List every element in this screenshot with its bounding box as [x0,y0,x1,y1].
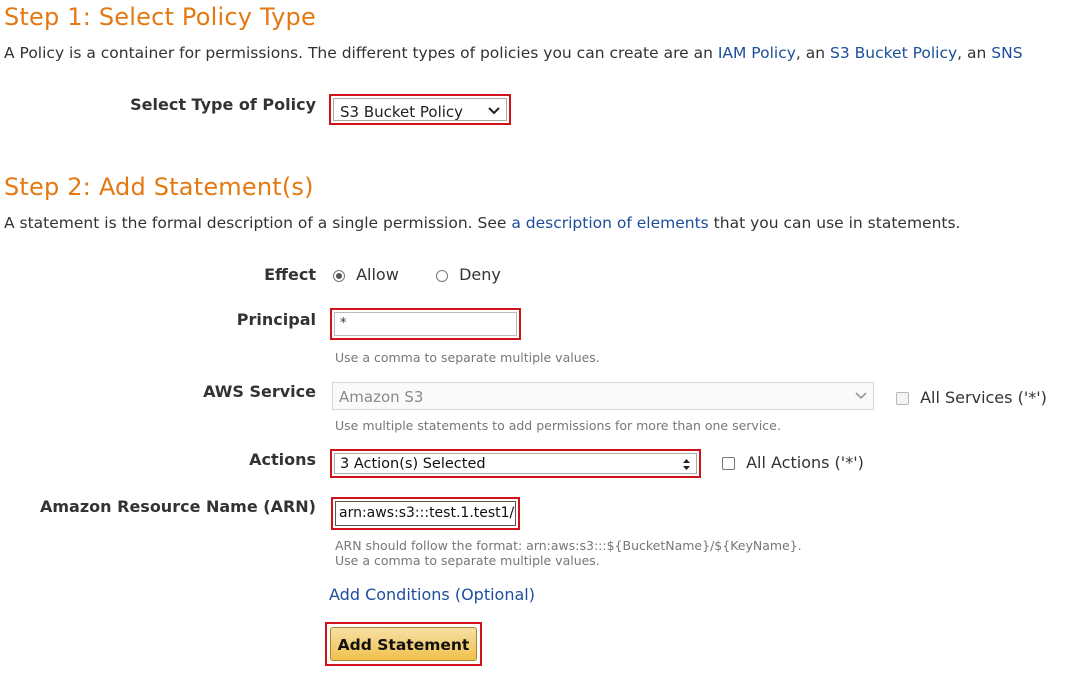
description-of-elements-link[interactable]: a description of elements [511,214,708,232]
policy-type-select[interactable]: S3 Bucket Policy [333,98,507,121]
sns-policy-link[interactable]: SNS [991,44,1022,62]
allow-radio[interactable] [333,269,345,282]
chevron-down-icon [855,392,867,400]
effect-label: Effect [264,265,316,284]
up-down-arrows-icon [683,459,690,470]
step1-description: A Policy is a container for permissions.… [4,44,1023,62]
deny-radio[interactable] [436,269,448,282]
principal-input[interactable]: * [334,312,517,336]
arn-label: Amazon Resource Name (ARN) [40,497,316,516]
aws-service-label: AWS Service [203,382,316,401]
step2-description: A statement is the formal description of… [4,214,961,232]
all-services-option[interactable]: All Services ('*') [896,388,1047,407]
arn-highlight: arn:aws:s3:::test.1.test1/* [331,497,520,530]
aws-service-value: Amazon S3 [339,388,424,406]
arn-input[interactable]: arn:aws:s3:::test.1.test1/* [335,501,516,526]
step1-title: Step 1: Select Policy Type [4,3,316,31]
effect-deny-option[interactable]: Deny [436,265,501,284]
arn-hint: ARN should follow the format: arn:aws:s3… [335,538,802,568]
allow-label: Allow [356,265,399,284]
s3-bucket-policy-link[interactable]: S3 Bucket Policy [830,44,957,62]
principal-highlight: * [330,308,521,340]
add-statement-button[interactable]: Add Statement [330,627,477,661]
policy-type-label: Select Type of Policy [130,95,316,114]
step2-title: Step 2: Add Statement(s) [4,173,314,201]
add-statement-highlight: Add Statement [325,622,482,666]
aws-service-select[interactable]: Amazon S3 [332,382,874,410]
all-services-checkbox[interactable] [896,392,909,405]
policy-type-value: S3 Bucket Policy [340,103,464,121]
all-actions-option[interactable]: All Actions ('*') [722,453,864,472]
actions-highlight: 3 Action(s) Selected [330,449,701,478]
effect-allow-option[interactable]: Allow [333,265,399,284]
principal-hint: Use a comma to separate multiple values. [335,350,600,365]
actions-value: 3 Action(s) Selected [340,456,486,472]
iam-policy-link[interactable]: IAM Policy [718,44,796,62]
add-conditions-link[interactable]: Add Conditions (Optional) [329,585,535,604]
actions-label: Actions [249,450,316,469]
deny-label: Deny [459,265,501,284]
actions-select[interactable]: 3 Action(s) Selected [334,453,697,474]
all-actions-checkbox[interactable] [722,457,735,470]
policy-type-highlight: S3 Bucket Policy [329,94,511,125]
chevron-down-icon [488,107,500,115]
aws-service-hint: Use multiple statements to add permissio… [335,418,781,433]
all-services-label: All Services ('*') [920,388,1047,407]
principal-label: Principal [236,310,316,329]
all-actions-label: All Actions ('*') [746,453,864,472]
